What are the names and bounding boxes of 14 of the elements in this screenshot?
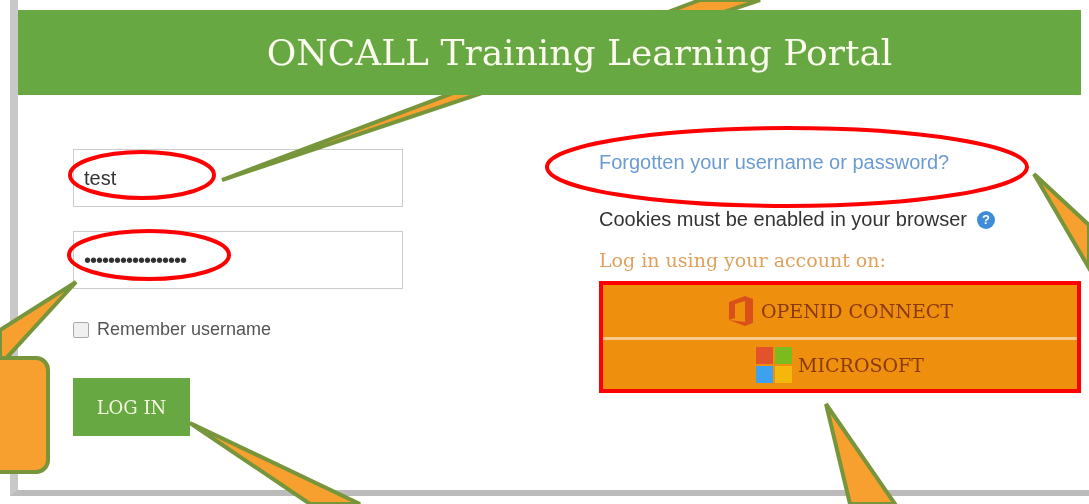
- remember-checkbox[interactable]: [73, 321, 89, 338]
- forgot-password-link[interactable]: Forgotten your username or password?: [599, 151, 1081, 174]
- provider-button[interactable]: MICROSOFT: [603, 337, 1077, 389]
- login-button[interactable]: LOG IN: [73, 378, 190, 436]
- username-field[interactable]: test: [73, 149, 403, 207]
- remember-label: Remember username: [97, 319, 272, 340]
- oauth-heading: Log in using your account on:: [599, 249, 887, 271]
- provider-button[interactable]: OPENID CONNECT: [603, 285, 1077, 337]
- office-icon: [726, 295, 755, 327]
- page-title: ONCALL Training Learning Portal: [266, 32, 893, 73]
- windows-tiles-icon: [756, 346, 793, 383]
- help-icon[interactable]: ?: [976, 210, 995, 229]
- password-field[interactable]: •••••••••••••••••: [73, 231, 403, 289]
- cookies-notice: Cookies must be enabled in your browser: [599, 208, 967, 231]
